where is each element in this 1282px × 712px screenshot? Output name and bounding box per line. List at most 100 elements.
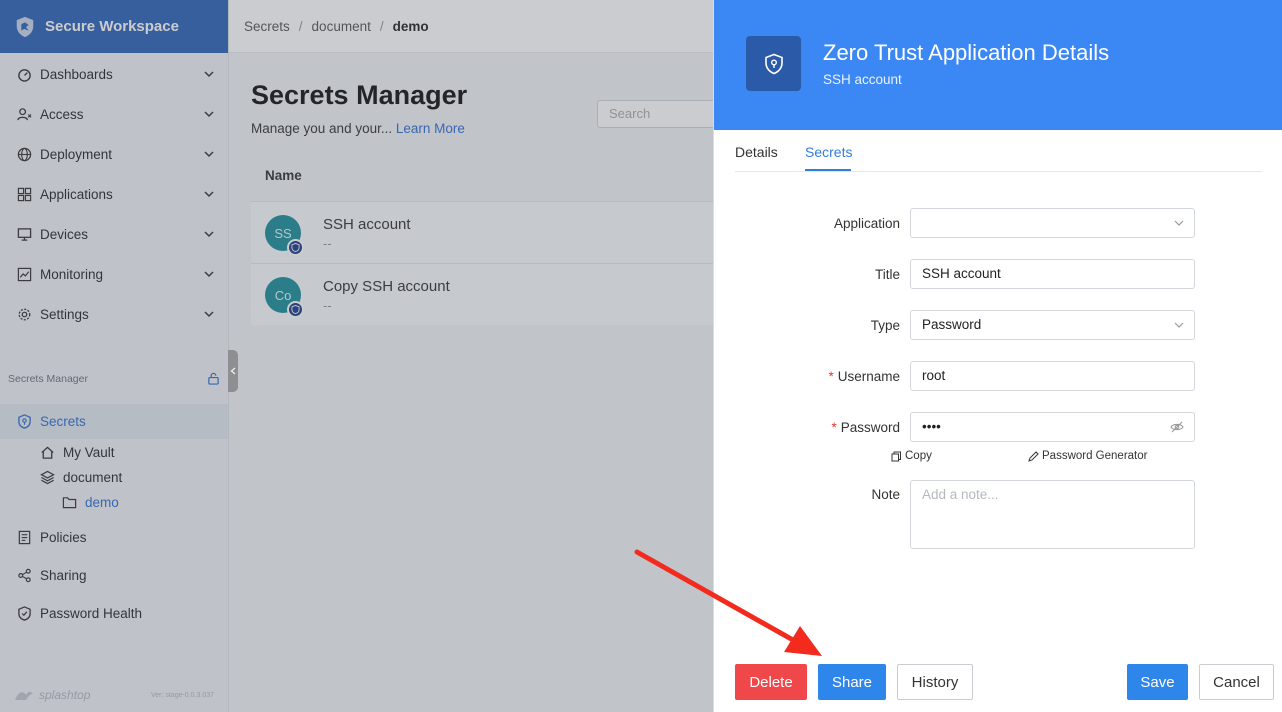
chevron-down-icon: [204, 231, 214, 238]
chevron-left-icon: [230, 367, 236, 375]
application-select[interactable]: [910, 208, 1195, 238]
required-mark: *: [831, 420, 837, 435]
learn-more-link[interactable]: Learn More: [396, 121, 465, 136]
breadcrumb-secrets[interactable]: Secrets: [244, 19, 290, 34]
sidebar-item-access[interactable]: Access: [0, 94, 228, 134]
required-mark: *: [828, 369, 834, 384]
chevron-down-icon: [204, 71, 214, 78]
brand-bar[interactable]: Secure Workspace: [0, 0, 228, 53]
sidebar-item-sharing[interactable]: Sharing: [17, 568, 87, 583]
details-drawer: Zero Trust Application Details SSH accou…: [713, 0, 1282, 712]
shield-key-icon: [291, 305, 300, 314]
sidebar-item-devices[interactable]: Devices: [0, 214, 228, 254]
sidebar-item-label: Sharing: [40, 568, 87, 583]
home-icon: [41, 446, 54, 459]
globe-icon: [17, 147, 32, 161]
sidebar-item-applications[interactable]: Applications: [0, 174, 228, 214]
sidebar-item-document[interactable]: document: [40, 470, 122, 485]
breadcrumb-document[interactable]: document: [312, 19, 371, 34]
shield-key-icon: [291, 243, 300, 252]
share-icon: [18, 568, 31, 583]
password-input[interactable]: ••••: [910, 412, 1195, 442]
type-select[interactable]: Password: [910, 310, 1195, 340]
sidebar-item-label: Policies: [40, 530, 87, 545]
unlock-icon[interactable]: [207, 372, 220, 385]
access-icon: [17, 107, 32, 120]
drawer-title: Zero Trust Application Details: [823, 40, 1110, 65]
password-generator-button[interactable]: Password Generator: [1028, 450, 1147, 462]
app-badge-icon: [287, 301, 304, 318]
column-header-name: Name: [265, 168, 302, 183]
splashtop-logo: splashtop: [14, 688, 90, 702]
sidebar-item-policies[interactable]: Policies: [17, 530, 87, 545]
table-row[interactable]: SS SSH account --: [251, 201, 721, 263]
title-input[interactable]: SSH account: [910, 259, 1195, 289]
history-button[interactable]: History: [897, 664, 973, 700]
sidebar-item-my-vault[interactable]: My Vault: [40, 445, 115, 460]
layers-icon: [40, 470, 55, 485]
sidebar-item-label: demo: [85, 495, 119, 510]
main-content: Secrets / document / demo Secrets Manage…: [229, 0, 727, 712]
monitor-icon: [17, 227, 32, 241]
search-input[interactable]: Search: [597, 100, 727, 128]
sidebar-collapse-handle[interactable]: [228, 350, 238, 392]
sidebar-item-password-health[interactable]: Password Health: [17, 606, 142, 621]
chart-icon: [17, 267, 32, 281]
sidebar-item-label: Settings: [40, 306, 89, 322]
sidebar-footer: splashtop Ver: stage-0.0.3.037: [14, 688, 214, 702]
sidebar-item-label: Secrets: [40, 414, 86, 429]
shield-key-icon: [764, 53, 783, 74]
eye-off-icon[interactable]: [1170, 420, 1184, 434]
sidebar-item-label: Password Health: [40, 606, 143, 621]
drawer-tabs: Details Secrets: [735, 130, 1262, 172]
tab-details[interactable]: Details: [735, 144, 778, 160]
sidebar-item-monitoring[interactable]: Monitoring: [0, 254, 228, 294]
sidebar-item-demo[interactable]: demo: [62, 495, 119, 510]
password-value: ••••: [922, 419, 941, 434]
sidebar-item-label: Monitoring: [40, 266, 104, 282]
sidebar-item-secrets[interactable]: Secrets: [0, 404, 228, 439]
sidebar-item-settings[interactable]: Settings: [0, 294, 228, 334]
share-button[interactable]: Share: [818, 664, 886, 700]
table-row[interactable]: Co Copy SSH account --: [251, 263, 721, 325]
chevron-down-icon: [204, 111, 214, 118]
sidebar-item-deployment[interactable]: Deployment: [0, 134, 228, 174]
apps-icon: [17, 187, 32, 201]
chevron-down-icon: [204, 191, 214, 198]
sidebar-item-label: Applications: [40, 186, 113, 202]
active-tab-indicator: [805, 169, 851, 171]
cancel-button[interactable]: Cancel: [1199, 664, 1274, 700]
tab-secrets[interactable]: Secrets: [805, 144, 852, 160]
secrets-manager-section-title: Secrets Manager: [8, 372, 220, 385]
password-label-text: Password: [840, 420, 900, 435]
save-button[interactable]: Save: [1127, 664, 1188, 700]
breadcrumb-separator: /: [379, 18, 384, 34]
chevron-down-icon: [204, 311, 214, 318]
gear-icon: [18, 308, 31, 320]
folder-icon: [62, 497, 77, 509]
password-label: * Password: [831, 420, 900, 435]
note-textarea[interactable]: Add a note...: [910, 480, 1195, 549]
splashtop-logo-icon: [15, 691, 33, 700]
page-description: Manage you and your... Learn More: [251, 121, 465, 136]
copy-icon: [891, 451, 901, 461]
sidebar-item-label: Deployment: [40, 146, 113, 162]
username-input[interactable]: root: [910, 361, 1195, 391]
brand-name: Secure Workspace: [45, 18, 179, 35]
breadcrumb-current: demo: [392, 18, 429, 34]
row-name: SSH account: [323, 216, 411, 233]
pencil-icon: [1028, 450, 1039, 462]
sidebar-item-label: Devices: [40, 226, 89, 242]
row-name: Copy SSH account: [323, 278, 450, 295]
delete-button[interactable]: Delete: [735, 664, 807, 700]
sidebar-item-label: document: [63, 470, 123, 485]
sidebar-item-dashboards[interactable]: Dashboards: [0, 54, 228, 94]
type-label: Type: [870, 318, 900, 333]
shield-check-icon: [18, 606, 31, 621]
chevron-down-icon: [204, 271, 214, 278]
username-label-text: Username: [837, 369, 900, 384]
document-list-icon: [18, 530, 31, 545]
chevron-down-icon: [204, 151, 214, 158]
sidebar-nav: Dashboards Access Deployment Application…: [0, 53, 228, 334]
copy-password-button[interactable]: Copy: [891, 450, 932, 462]
